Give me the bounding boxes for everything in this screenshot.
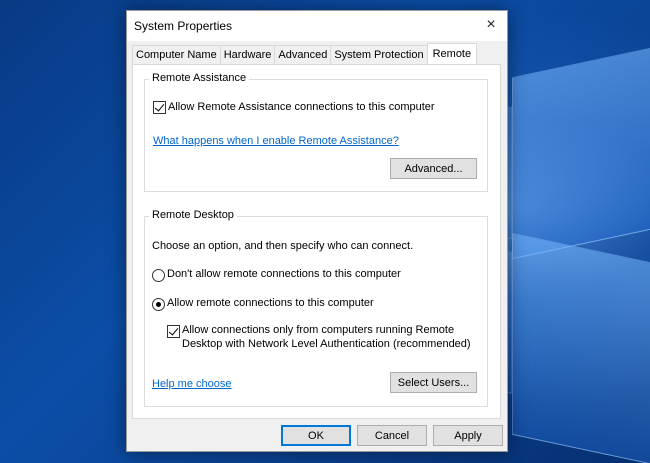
dont-allow-remote-radio[interactable]: [152, 269, 165, 282]
tab-remote[interactable]: Remote: [426, 43, 478, 64]
tab-strip: Computer Name Hardware Advanced System P…: [132, 43, 478, 64]
system-properties-dialog: System Properties × Computer Name Hardwa…: [126, 10, 508, 452]
windows-logo-pane: [512, 232, 650, 463]
allow-remote-label[interactable]: Allow remote connections to this compute…: [167, 297, 374, 309]
remote-assistance-help-link[interactable]: What happens when I enable Remote Assist…: [153, 135, 399, 147]
allow-remote-assistance-label[interactable]: Allow Remote Assistance connections to t…: [168, 101, 435, 113]
title-bar[interactable]: System Properties ×: [127, 11, 507, 41]
remote-desktop-group: Remote Desktop Choose an option, and the…: [144, 209, 488, 407]
allow-remote-radio[interactable]: [152, 298, 165, 311]
remote-assistance-group: Remote Assistance Allow Remote Assistanc…: [144, 72, 488, 192]
remote-desktop-group-title: Remote Desktop: [149, 209, 237, 221]
tab-hardware[interactable]: Hardware: [219, 45, 276, 64]
tab-computer-name[interactable]: Computer Name: [132, 45, 221, 64]
cancel-button[interactable]: Cancel: [357, 425, 427, 446]
windows-logo-pane: [512, 42, 650, 260]
window-title: System Properties: [134, 19, 233, 33]
tab-advanced[interactable]: Advanced: [274, 45, 332, 64]
nla-only-checkbox[interactable]: [167, 325, 180, 338]
remote-tab-panel: Remote Assistance Allow Remote Assistanc…: [132, 64, 501, 419]
ok-button[interactable]: OK: [281, 425, 351, 446]
nla-only-label-line1[interactable]: Allow connections only from computers ru…: [182, 324, 454, 336]
help-me-choose-link[interactable]: Help me choose: [152, 378, 232, 390]
remote-assistance-group-title: Remote Assistance: [149, 72, 250, 84]
select-users-button[interactable]: Select Users...: [390, 372, 477, 393]
allow-remote-assistance-checkbox[interactable]: [153, 101, 166, 114]
advanced-button[interactable]: Advanced...: [390, 158, 477, 179]
dont-allow-remote-label[interactable]: Don't allow remote connections to this c…: [167, 268, 401, 280]
tab-system-protection[interactable]: System Protection: [330, 45, 428, 64]
nla-only-label-line2[interactable]: Desktop with Network Level Authenticatio…: [182, 338, 471, 350]
apply-button[interactable]: Apply: [433, 425, 503, 446]
remote-desktop-instructions: Choose an option, and then specify who c…: [152, 240, 414, 252]
close-icon[interactable]: ×: [479, 14, 503, 36]
